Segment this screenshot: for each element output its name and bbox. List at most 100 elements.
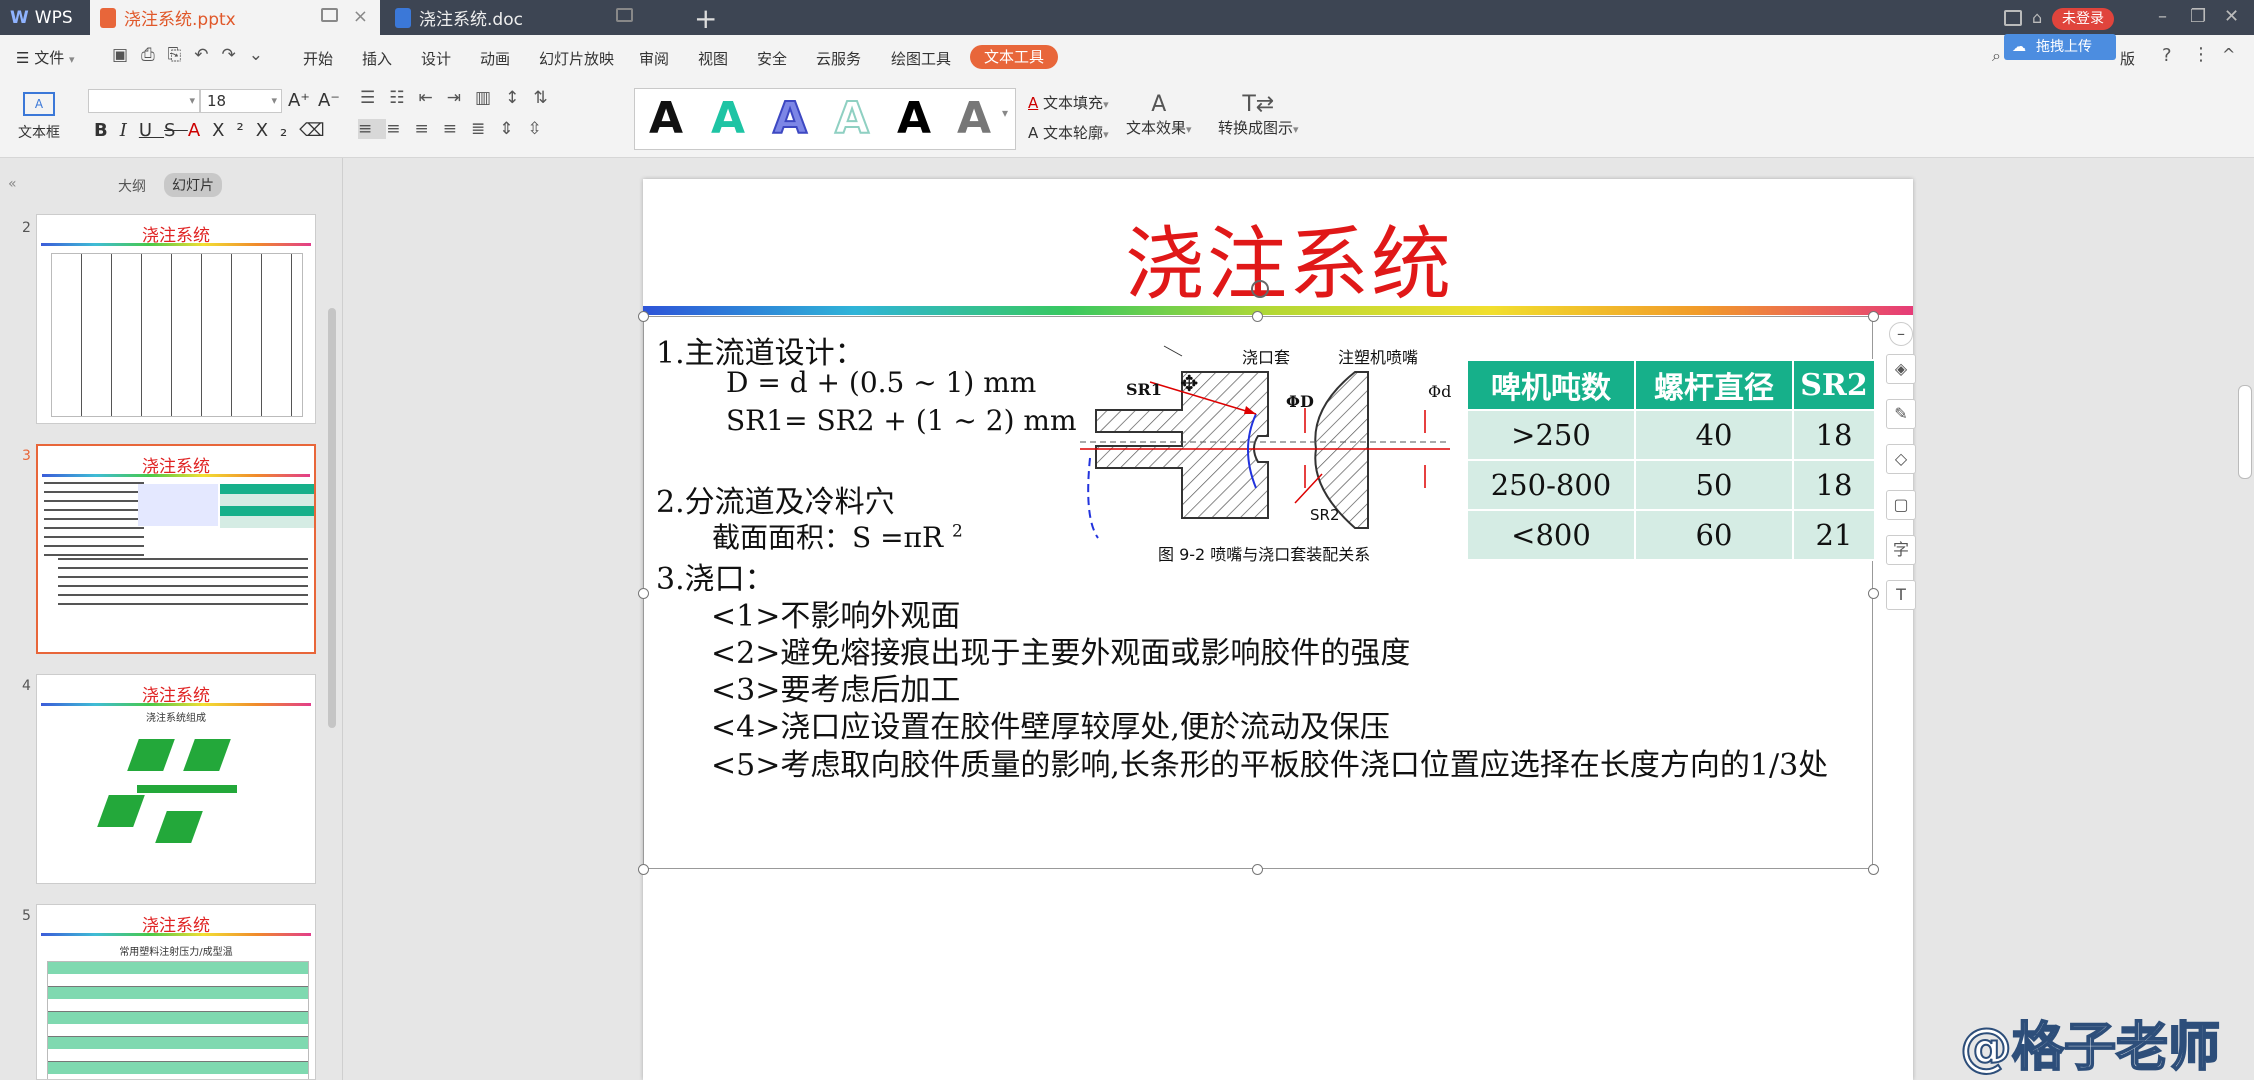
window-icon[interactable] [2004,10,2022,26]
customize-icon[interactable]: ⌄ [249,45,276,65]
font-name-select[interactable]: ▾ [88,89,200,113]
search-icon[interactable]: ⌕ [1992,46,2001,66]
print-preview-icon[interactable]: ⎘ [168,45,195,65]
increase-indent-icon[interactable]: ⇥ [447,88,475,108]
thumbnail-scrollbar[interactable] [328,308,336,728]
slide-thumbnail-4[interactable]: 浇注系统 浇注系统组成 [36,674,316,884]
menu-right-label[interactable]: 版 [2120,48,2135,69]
style-gray[interactable]: A [957,93,991,144]
rotate-handle-icon[interactable] [1251,280,1269,298]
resize-handle[interactable] [638,864,649,875]
menu-drawing-tools[interactable]: 绘图工具 [891,48,951,69]
text-convert-icon[interactable]: T [1886,580,1916,610]
tab-pptx-document[interactable]: 浇注系统.pptx × [90,0,380,35]
textbox-button[interactable]: A 文本框 [14,92,64,142]
resize-handle[interactable] [1868,864,1879,875]
fill-bucket-icon[interactable]: ◇ [1886,444,1916,474]
gallery-more-icon[interactable]: ▾ [1002,106,1008,120]
slide-title[interactable]: 浇注系统 [1125,200,1453,316]
clothes-icon[interactable]: ⌂ [2032,8,2042,27]
menu-animation[interactable]: 动画 [480,48,510,69]
text-effect-button[interactable]: A 文本效果▾ [1126,92,1192,138]
redo-icon[interactable]: ↷ [222,45,249,65]
new-tab-button[interactable]: + [694,2,717,35]
layers-icon[interactable]: ◈ [1886,354,1916,384]
superscript-icon[interactable]: X² [212,120,256,141]
save-icon[interactable]: ▣ [112,45,141,65]
print-icon[interactable]: ⎙ [141,45,168,65]
collapse-panel-icon[interactable]: « [8,176,17,192]
font-size-select[interactable]: 18 ▾ [200,89,282,113]
columns-icon[interactable]: ▥ [475,88,505,108]
menu-security[interactable]: 安全 [757,48,787,69]
strikethrough-icon[interactable]: S [164,120,188,141]
resize-handle[interactable] [1252,311,1263,322]
collapse-ribbon-icon[interactable]: ^ [2222,45,2235,64]
close-tab-icon[interactable]: × [353,6,368,27]
resize-handle[interactable] [1252,864,1263,875]
resize-handle[interactable] [638,311,649,322]
menu-design[interactable]: 设计 [421,48,451,69]
slide-thumbnail-2[interactable]: 浇注系统 [36,214,316,424]
convert-to-diagram-button[interactable]: T⇄ 转换成图示▾ [1218,92,1299,138]
text-style-gallery[interactable]: A A A A A A [634,88,1016,150]
resize-handle[interactable] [1868,311,1879,322]
tab-wps-home[interactable]: W WPS [0,0,88,35]
decrease-indent-icon[interactable]: ⇤ [419,88,447,108]
help-icon[interactable]: ? [2162,45,2172,66]
justify-icon[interactable]: ≡ [443,119,471,139]
decrease-font-icon[interactable]: A⁻ [318,90,340,111]
font-color-icon[interactable]: A [188,120,212,141]
text-fill-button[interactable]: A 文本填充▾ [1028,92,1109,113]
tab-doc-document[interactable]: 浇注系统.doc [385,0,675,35]
parameter-table[interactable]: 啤机吨数 螺杆直径 SR2 >250 40 18 250-800 50 18 <… [1466,359,1876,561]
menu-text-tools[interactable]: 文本工具 [970,45,1058,69]
resize-handle[interactable] [1868,588,1879,599]
menu-slideshow[interactable]: 幻灯片放映 [539,48,614,69]
slides-tab[interactable]: 幻灯片 [164,173,222,197]
window-close-icon[interactable]: ✕ [2224,6,2239,27]
frame-icon[interactable]: ▢ [1886,490,1916,520]
style-teal[interactable]: A [711,93,745,144]
align-left-icon[interactable]: ≡ [358,119,387,139]
italic-icon[interactable]: I [120,120,139,141]
numbered-list-icon[interactable]: ☷ [389,88,418,108]
text-direction-icon[interactable]: ⇅ [533,88,561,108]
menu-review[interactable]: 审阅 [639,48,669,69]
pen-icon[interactable]: ✎ [1886,399,1916,429]
menu-view[interactable]: 视图 [698,48,728,69]
minimize-icon[interactable]: – [2158,6,2167,27]
more-icon[interactable]: ⋮ [2192,44,2210,65]
upload-button[interactable]: ☁ 拖拽上传 [2004,34,2116,60]
para-spacing-icon[interactable]: ⇕ [499,119,527,139]
character-icon[interactable]: 字 [1886,535,1916,565]
file-menu[interactable]: ☰ 文件 ▾ [16,47,75,68]
bold-icon[interactable]: B [94,120,120,141]
line-spacing-icon[interactable]: ↕ [505,88,533,108]
canvas-scrollbar[interactable] [2238,385,2252,479]
login-button[interactable]: 未登录 [2052,8,2114,30]
collapse-tools-icon[interactable]: – [1889,322,1913,346]
distribute-icon[interactable]: ≣ [471,119,499,139]
bullet-list-icon[interactable]: ☰ [360,88,389,108]
monitor-icon[interactable] [321,8,338,22]
menu-insert[interactable]: 插入 [362,48,392,69]
align-right-icon[interactable]: ≡ [415,119,443,139]
text-outline-button[interactable]: A 文本轮廓▾ [1028,122,1109,143]
style-black[interactable]: A [649,93,683,144]
menu-start[interactable]: 开始 [303,48,333,69]
menu-cloud[interactable]: 云服务 [816,48,861,69]
resize-handle[interactable] [638,588,649,599]
underline-icon[interactable]: U [139,120,164,141]
increase-font-icon[interactable]: A⁺ [288,90,310,111]
eraser-icon[interactable]: ⌫ [299,120,336,141]
style-blue-outline[interactable]: A [772,92,808,145]
undo-icon[interactable]: ↶ [194,45,221,65]
monitor-icon[interactable] [616,8,633,22]
outline-tab[interactable]: 大纲 [118,176,146,196]
style-light-outline[interactable]: A [834,92,870,145]
align-center-icon[interactable]: ≡ [386,119,414,139]
subscript-icon[interactable]: X₂ [256,120,300,141]
slide-thumbnail-5[interactable]: 浇注系统 常用塑料注射压力/成型温 [36,904,316,1080]
style-bold-black[interactable]: A [897,93,931,144]
